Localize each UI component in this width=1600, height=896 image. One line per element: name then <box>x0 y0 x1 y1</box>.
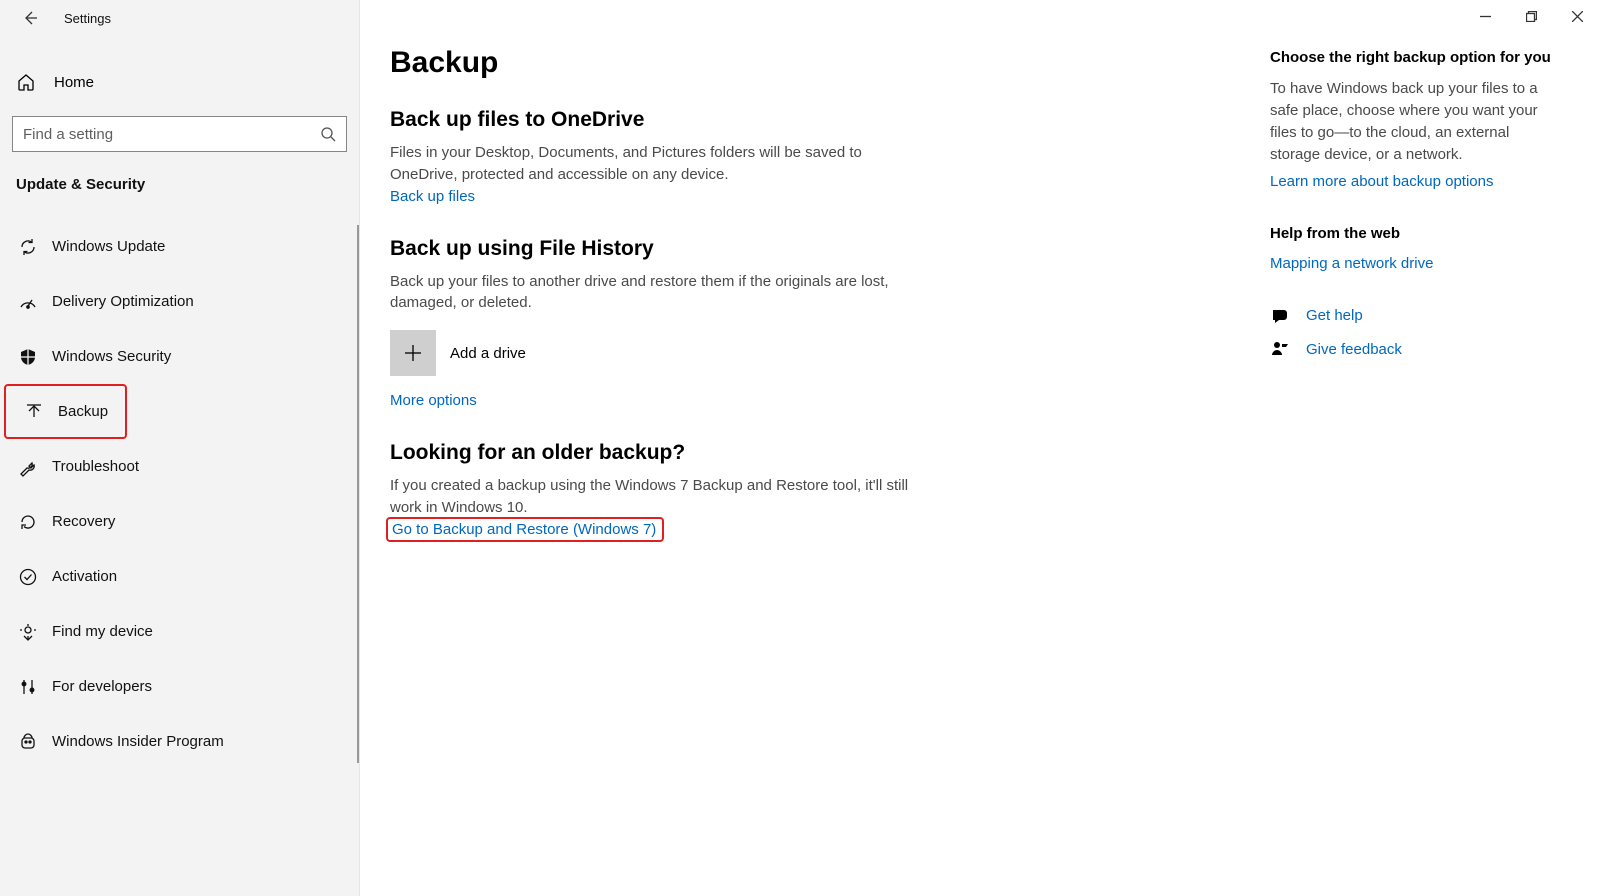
sidebar-item-label: Delivery Optimization <box>52 293 194 310</box>
back-up-files-link[interactable]: Back up files <box>390 188 475 205</box>
sidebar-item-windows-security[interactable]: Windows Security <box>0 329 359 384</box>
back-button[interactable] <box>12 0 48 36</box>
sidebar-item-label: Backup <box>58 403 108 420</box>
insider-icon <box>18 732 38 752</box>
right-heading: Help from the web <box>1270 224 1560 244</box>
give-feedback-link[interactable]: Give feedback <box>1306 341 1402 358</box>
sidebar-item-windows-insider[interactable]: Windows Insider Program <box>0 714 359 769</box>
sidebar-item-troubleshoot[interactable]: Troubleshoot <box>0 439 359 494</box>
gauge-icon <box>18 292 38 312</box>
help-icon: ? <box>1270 306 1290 326</box>
sidebar-item-label: Find my device <box>52 623 153 640</box>
right-section-choose: Choose the right backup option for you T… <box>1270 48 1560 190</box>
mapping-network-drive-link[interactable]: Mapping a network drive <box>1270 255 1433 272</box>
get-help-link[interactable]: Get help <box>1306 307 1363 324</box>
plus-icon <box>390 330 436 376</box>
recovery-icon <box>18 512 38 532</box>
sidebar-nav: Windows Update Delivery Optimization Win… <box>0 219 359 769</box>
section-heading: Back up using File History <box>390 237 1130 261</box>
backup-restore-win7-link[interactable]: Go to Backup and Restore (Windows 7) <box>392 521 656 538</box>
content-column: Backup Back up files to OneDrive Files i… <box>390 46 1130 896</box>
right-section-help-web: Help from the web Mapping a network driv… <box>1270 224 1560 271</box>
sidebar-item-recovery[interactable]: Recovery <box>0 494 359 549</box>
right-section-actions: ? Get help Give feedback <box>1270 306 1560 360</box>
window-title: Settings <box>64 11 111 26</box>
home-icon <box>16 72 36 92</box>
check-circle-icon <box>18 567 38 587</box>
sync-icon <box>18 237 38 257</box>
section-onedrive: Back up files to OneDrive Files in your … <box>390 108 1130 205</box>
developer-icon <box>18 677 38 697</box>
search-box[interactable] <box>12 116 347 152</box>
sidebar-category: Update & Security <box>0 152 359 201</box>
window-controls <box>1462 0 1600 32</box>
add-drive-label: Add a drive <box>450 345 526 362</box>
feedback-icon <box>1270 340 1290 360</box>
sidebar-item-delivery-optimization[interactable]: Delivery Optimization <box>0 274 359 329</box>
search-wrap <box>12 116 347 152</box>
sidebar-item-label: Activation <box>52 568 117 585</box>
sidebar-item-for-developers[interactable]: For developers <box>0 659 359 714</box>
close-button[interactable] <box>1554 0 1600 32</box>
sidebar: Settings Home Update & Security <box>0 0 360 896</box>
settings-window: Settings Home Update & Security <box>0 0 1600 896</box>
sidebar-item-label: Recovery <box>52 513 115 530</box>
right-heading: Choose the right backup option for you <box>1270 48 1560 68</box>
wrench-icon <box>18 457 38 477</box>
right-description: To have Windows back up your files to a … <box>1270 78 1560 165</box>
sidebar-item-label: Windows Insider Program <box>52 733 224 750</box>
location-icon <box>18 622 38 642</box>
sidebar-item-label: Troubleshoot <box>52 458 139 475</box>
learn-more-backup-link[interactable]: Learn more about backup options <box>1270 173 1493 190</box>
scroll-indicator <box>357 225 359 763</box>
sidebar-item-backup[interactable]: Backup <box>4 384 127 439</box>
search-input[interactable] <box>23 126 320 143</box>
highlighted-link-box: Go to Backup and Restore (Windows 7) <box>386 517 664 542</box>
right-column: Choose the right backup option for you T… <box>1270 46 1560 896</box>
sidebar-item-label: For developers <box>52 678 152 695</box>
main-area: Backup Back up files to OneDrive Files i… <box>360 0 1600 896</box>
maximize-button[interactable] <box>1508 0 1554 32</box>
search-icon <box>320 126 336 142</box>
add-drive-button[interactable]: Add a drive <box>390 330 1130 376</box>
page-title: Backup <box>390 46 1130 80</box>
give-feedback-row[interactable]: Give feedback <box>1270 340 1560 360</box>
backup-icon <box>24 402 44 422</box>
sidebar-item-find-my-device[interactable]: Find my device <box>0 604 359 659</box>
more-options-link[interactable]: More options <box>390 392 477 409</box>
section-description: Files in your Desktop, Documents, and Pi… <box>390 142 910 186</box>
sidebar-item-label: Windows Update <box>52 238 165 255</box>
section-older-backup: Looking for an older backup? If you crea… <box>390 441 1130 542</box>
section-description: Back up your files to another drive and … <box>390 271 910 315</box>
get-help-row[interactable]: ? Get help <box>1270 306 1560 326</box>
minimize-button[interactable] <box>1462 0 1508 32</box>
section-heading: Looking for an older backup? <box>390 441 1130 465</box>
home-label: Home <box>54 74 94 91</box>
sidebar-item-windows-update[interactable]: Windows Update <box>0 219 359 274</box>
section-heading: Back up files to OneDrive <box>390 108 1130 132</box>
titlebar: Settings <box>0 0 359 36</box>
home-link[interactable]: Home <box>0 60 359 104</box>
sidebar-item-label: Windows Security <box>52 348 171 365</box>
section-description: If you created a backup using the Window… <box>390 475 910 519</box>
shield-icon <box>18 347 38 367</box>
svg-text:?: ? <box>1278 309 1282 319</box>
sidebar-item-activation[interactable]: Activation <box>0 549 359 604</box>
section-file-history: Back up using File History Back up your … <box>390 237 1130 410</box>
